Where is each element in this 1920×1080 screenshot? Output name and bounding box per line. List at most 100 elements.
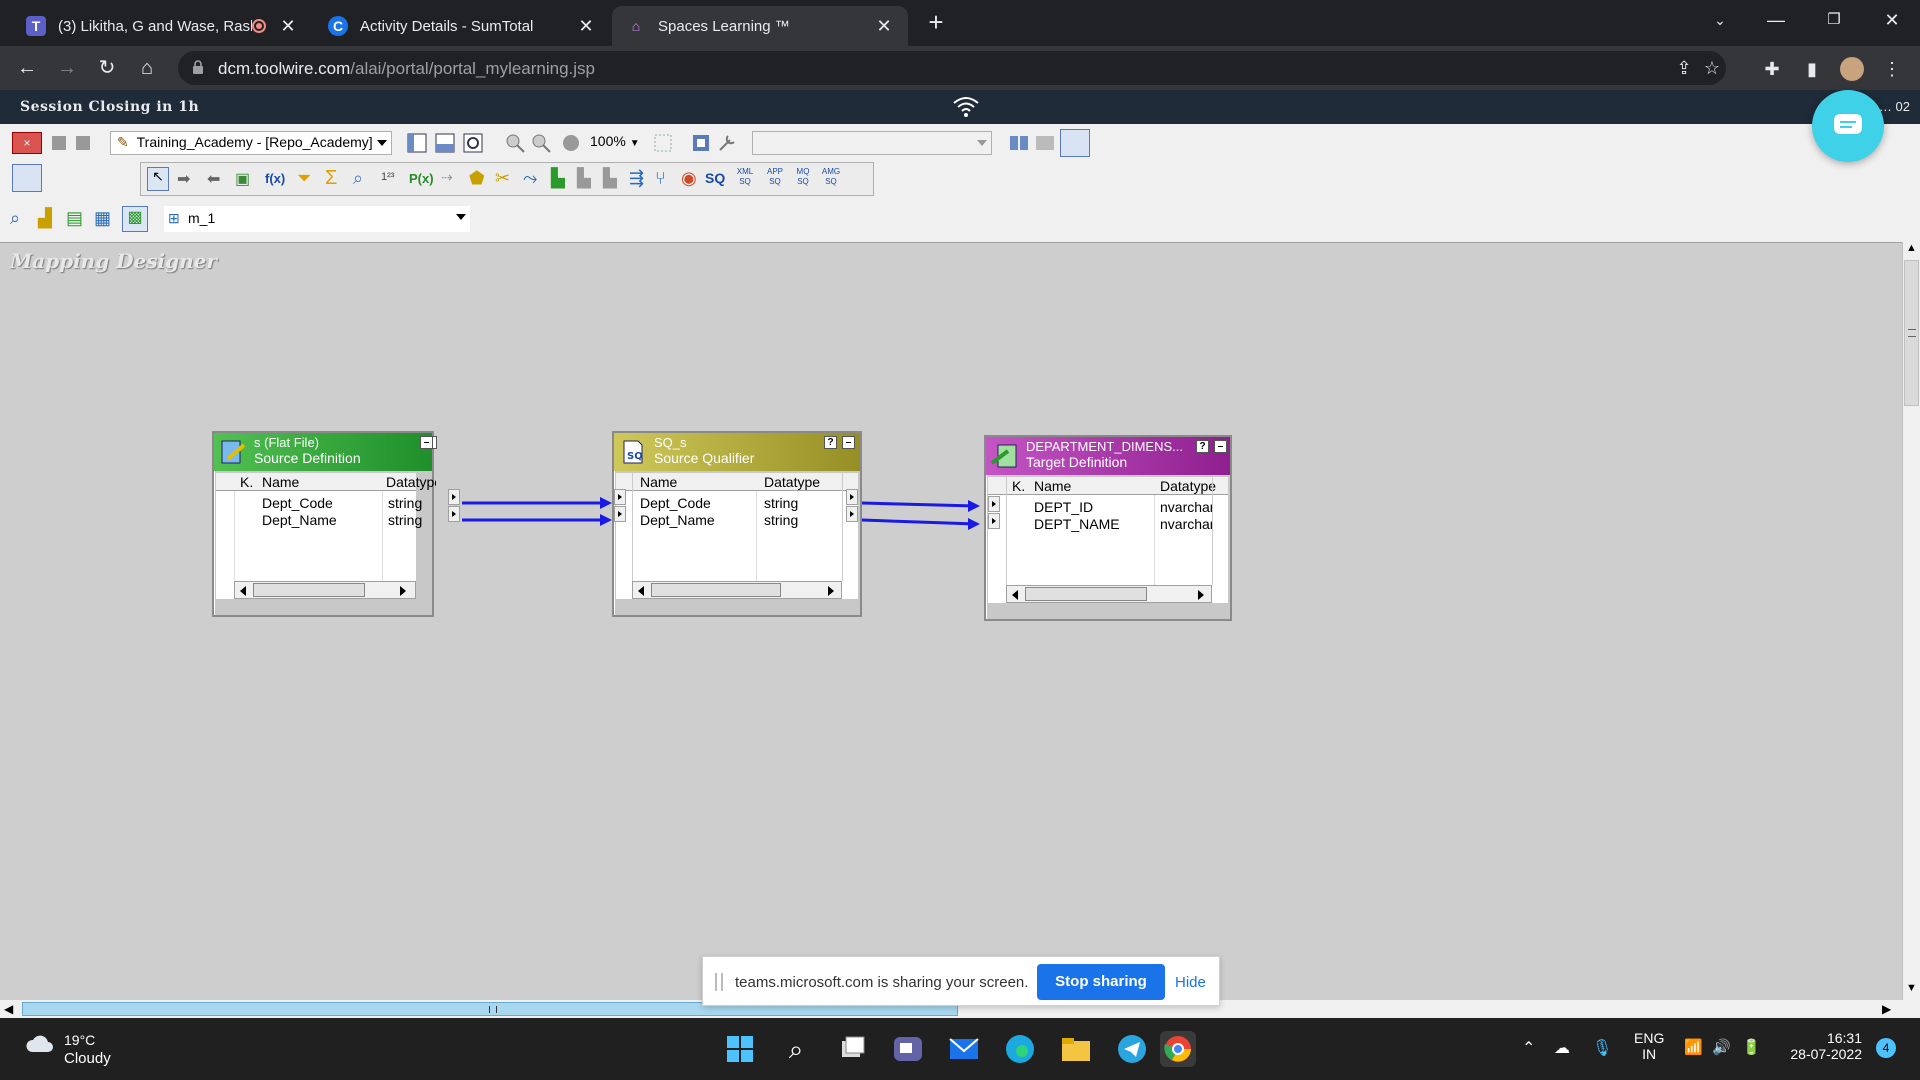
mapping-canvas[interactable]: Mapping Designer s (Flat File) Source De…	[0, 242, 1902, 1000]
fit-window-icon[interactable]	[652, 132, 674, 154]
select-pointer-icon[interactable]: ↖	[147, 167, 169, 191]
input-port[interactable]	[614, 506, 626, 522]
close-icon[interactable]: ×	[12, 132, 42, 154]
stop-sharing-button[interactable]: Stop sharing	[1037, 964, 1165, 1000]
mapping-designer-icon[interactable]: ▩	[122, 206, 148, 232]
source-icon[interactable]: ▣	[235, 169, 250, 189]
source-hscroll[interactable]	[234, 581, 416, 599]
scroll-left-icon[interactable]	[633, 582, 649, 598]
zoom-out-icon[interactable]	[530, 132, 552, 154]
normalizer-icon[interactable]: ▙	[551, 168, 565, 189]
tab-teams[interactable]: T (3) Likitha, G and Wase, Rash ✕	[12, 6, 312, 46]
language-indicator[interactable]: ENG IN	[1634, 1030, 1664, 1062]
share-icon[interactable]: ⇪	[1672, 56, 1696, 80]
table-row[interactable]: Dept_Code	[640, 495, 711, 511]
menu-kebab-icon[interactable]: ⋮	[1880, 57, 1904, 81]
table-row[interactable]: Dept_Name	[640, 512, 715, 528]
weather-widget[interactable]: 19°C Cloudy	[24, 1032, 111, 1067]
source-header[interactable]: s (Flat File) Source Definition ? –	[214, 433, 437, 471]
volume-icon[interactable]: 🔊	[1712, 1038, 1731, 1056]
table-row[interactable]: Dept_Name	[262, 512, 337, 528]
side-panel-icon[interactable]: ▮	[1800, 57, 1824, 81]
zoom-in-icon[interactable]	[504, 132, 526, 154]
tab-search-chevron-icon[interactable]: ⌄	[1692, 0, 1748, 40]
battery-icon[interactable]: 🔋	[1742, 1038, 1761, 1056]
close-window-button[interactable]: ✕	[1864, 0, 1920, 40]
forward-button[interactable]: →	[52, 53, 82, 83]
wifi-icon[interactable]: 📶	[1684, 1038, 1703, 1056]
update-strategy-icon[interactable]: ⇶	[629, 168, 644, 189]
union-icon[interactable]: ▙	[603, 168, 617, 189]
show-hidden-icons-icon[interactable]: ⌃	[1522, 1038, 1535, 1058]
target-hscroll[interactable]	[1006, 585, 1212, 603]
minimize-icon[interactable]: –	[1214, 440, 1227, 453]
output-port[interactable]	[846, 506, 858, 522]
object-dropdown[interactable]	[752, 131, 992, 155]
close-icon[interactable]: ✕	[874, 16, 894, 37]
scroll-thumb[interactable]	[253, 583, 365, 597]
help-icon[interactable]: ?	[1196, 440, 1209, 453]
procedure-icon[interactable]: P(x)	[409, 171, 434, 186]
scroll-thumb[interactable]	[1025, 587, 1147, 601]
scroll-left-icon[interactable]	[235, 582, 251, 598]
joiner-icon[interactable]: ✂	[495, 168, 510, 189]
output-port[interactable]	[448, 506, 460, 522]
scroll-up-icon[interactable]: ▲	[1903, 242, 1920, 260]
app-source-qualifier-icon[interactable]: APP SQ	[763, 167, 787, 187]
disconnect-icon[interactable]	[48, 132, 70, 154]
zoom-normal-icon[interactable]	[560, 132, 582, 154]
help-icon[interactable]: ?	[824, 436, 837, 449]
file-explorer-icon[interactable]	[1058, 1031, 1094, 1067]
drag-handle-icon[interactable]	[715, 973, 723, 991]
table-row[interactable]: DEPT_ID	[1034, 499, 1093, 515]
link-columns-icon[interactable]	[1008, 132, 1030, 154]
task-view-icon[interactable]	[834, 1031, 870, 1067]
microphone-icon[interactable]: 🎙	[1592, 1038, 1612, 1058]
transformation-developer-icon[interactable]: ▤	[66, 208, 83, 229]
external-procedure-icon[interactable]: ◉	[681, 168, 697, 189]
transaction-control-icon[interactable]: ⑂	[655, 168, 666, 189]
mail-icon[interactable]	[946, 1031, 982, 1067]
hide-button[interactable]: Hide	[1175, 974, 1206, 991]
amg-source-qualifier-icon[interactable]: AMG SQ	[819, 167, 843, 187]
clock[interactable]: 16:31 28-07-2022	[1778, 1030, 1862, 1062]
layout-toggle-button[interactable]	[1060, 129, 1090, 157]
connect-icon[interactable]	[72, 132, 94, 154]
close-icon[interactable]: ✕	[278, 16, 298, 37]
scroll-right-icon[interactable]	[823, 582, 839, 598]
address-bar[interactable]: dcm.toolwire.com/alai/portal/portal_myle…	[178, 51, 1726, 85]
repository-dropdown[interactable]: ✎ Training_Academy - [Repo_Academy]	[110, 131, 392, 155]
router-icon[interactable]: ⬟	[469, 168, 485, 189]
qualifier-header[interactable]: SQ SQ_s Source Qualifier ? –	[614, 433, 860, 471]
output-port[interactable]	[448, 489, 460, 505]
output-port[interactable]	[846, 489, 858, 505]
input-port[interactable]	[614, 489, 626, 505]
tab-sumtotal[interactable]: C Activity Details - SumTotal ✕	[314, 6, 610, 46]
tab-spaces-learning[interactable]: ⌂ Spaces Learning ™ ✕	[612, 6, 908, 46]
input-port[interactable]	[988, 496, 1000, 512]
filter-icon[interactable]: ⏷	[297, 168, 311, 189]
sorter-icon[interactable]: ▙	[577, 168, 591, 189]
source-definition-box[interactable]: s (Flat File) Source Definition ? – – K.…	[212, 431, 460, 617]
output-window-icon[interactable]	[434, 132, 456, 154]
zoom-level[interactable]: 100% ▼	[590, 133, 640, 149]
lookup-icon[interactable]: ⌕	[353, 168, 363, 189]
sequence-icon[interactable]: 1²³	[381, 171, 394, 183]
target-definition-box[interactable]: DEPARTMENT_DIMENS... Target Definition ?…	[984, 435, 1232, 621]
scroll-right-icon[interactable]	[395, 582, 411, 598]
table-row[interactable]: DEPT_NAME	[1034, 516, 1120, 532]
wrench-icon[interactable]	[716, 132, 738, 154]
onedrive-cloud-icon[interactable]: ☁	[1554, 1038, 1570, 1058]
arrange-icon[interactable]	[690, 132, 712, 154]
notification-badge[interactable]: 4	[1876, 1038, 1896, 1058]
input-port[interactable]	[988, 513, 1000, 529]
qualifier-hscroll[interactable]	[632, 581, 842, 599]
scroll-down-icon[interactable]: ▼	[1903, 982, 1920, 1000]
aggregator-icon[interactable]: Σ	[325, 167, 337, 190]
start-button[interactable]	[722, 1031, 758, 1067]
xml-source-qualifier-icon[interactable]: XML SQ	[733, 167, 757, 187]
scroll-thumb[interactable]	[651, 583, 781, 597]
scroll-left-icon[interactable]	[1007, 586, 1023, 602]
back-arrow-icon[interactable]: ⬅	[207, 169, 220, 189]
source-qualifier-icon[interactable]: SQ	[705, 170, 725, 186]
